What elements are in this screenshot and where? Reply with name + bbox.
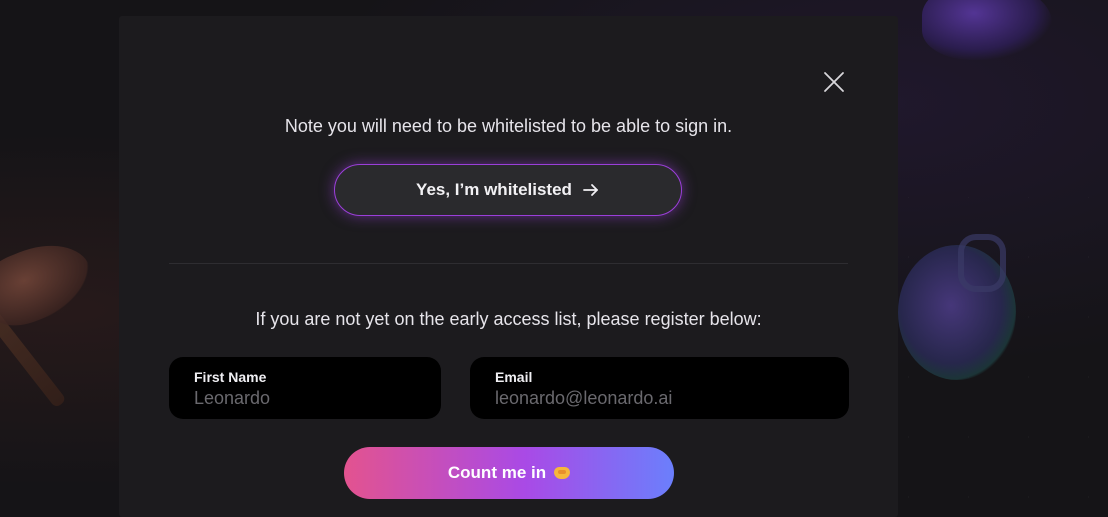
- email-field[interactable]: Email: [470, 357, 849, 419]
- signin-modal: Note you will need to be whitelisted to …: [119, 16, 898, 517]
- email-label: Email: [495, 369, 533, 385]
- close-button[interactable]: [822, 70, 846, 94]
- first-name-field[interactable]: First Name: [169, 357, 441, 419]
- whitelist-note: Note you will need to be whitelisted to …: [284, 116, 733, 136]
- register-prompt: If you are not yet on the early access l…: [255, 309, 762, 329]
- first-name-input[interactable]: [194, 388, 416, 409]
- whitelisted-button-label: Yes, I’m whitelisted: [416, 180, 572, 199]
- handshake-icon: [554, 467, 571, 479]
- axe-head-decoration: [0, 229, 102, 337]
- arrow-right-icon: [583, 184, 598, 196]
- grenade-ring-decoration: [958, 234, 1006, 292]
- crystal-decoration: [922, 0, 1052, 60]
- whitelisted-button[interactable]: Yes, I’m whitelisted: [334, 164, 682, 216]
- first-name-label: First Name: [194, 369, 267, 385]
- section-divider: [169, 263, 848, 264]
- close-icon[interactable]: [822, 70, 846, 94]
- count-me-in-label: Count me in: [447, 463, 547, 482]
- count-me-in-button[interactable]: Count me in: [344, 447, 674, 499]
- email-input[interactable]: [495, 388, 824, 409]
